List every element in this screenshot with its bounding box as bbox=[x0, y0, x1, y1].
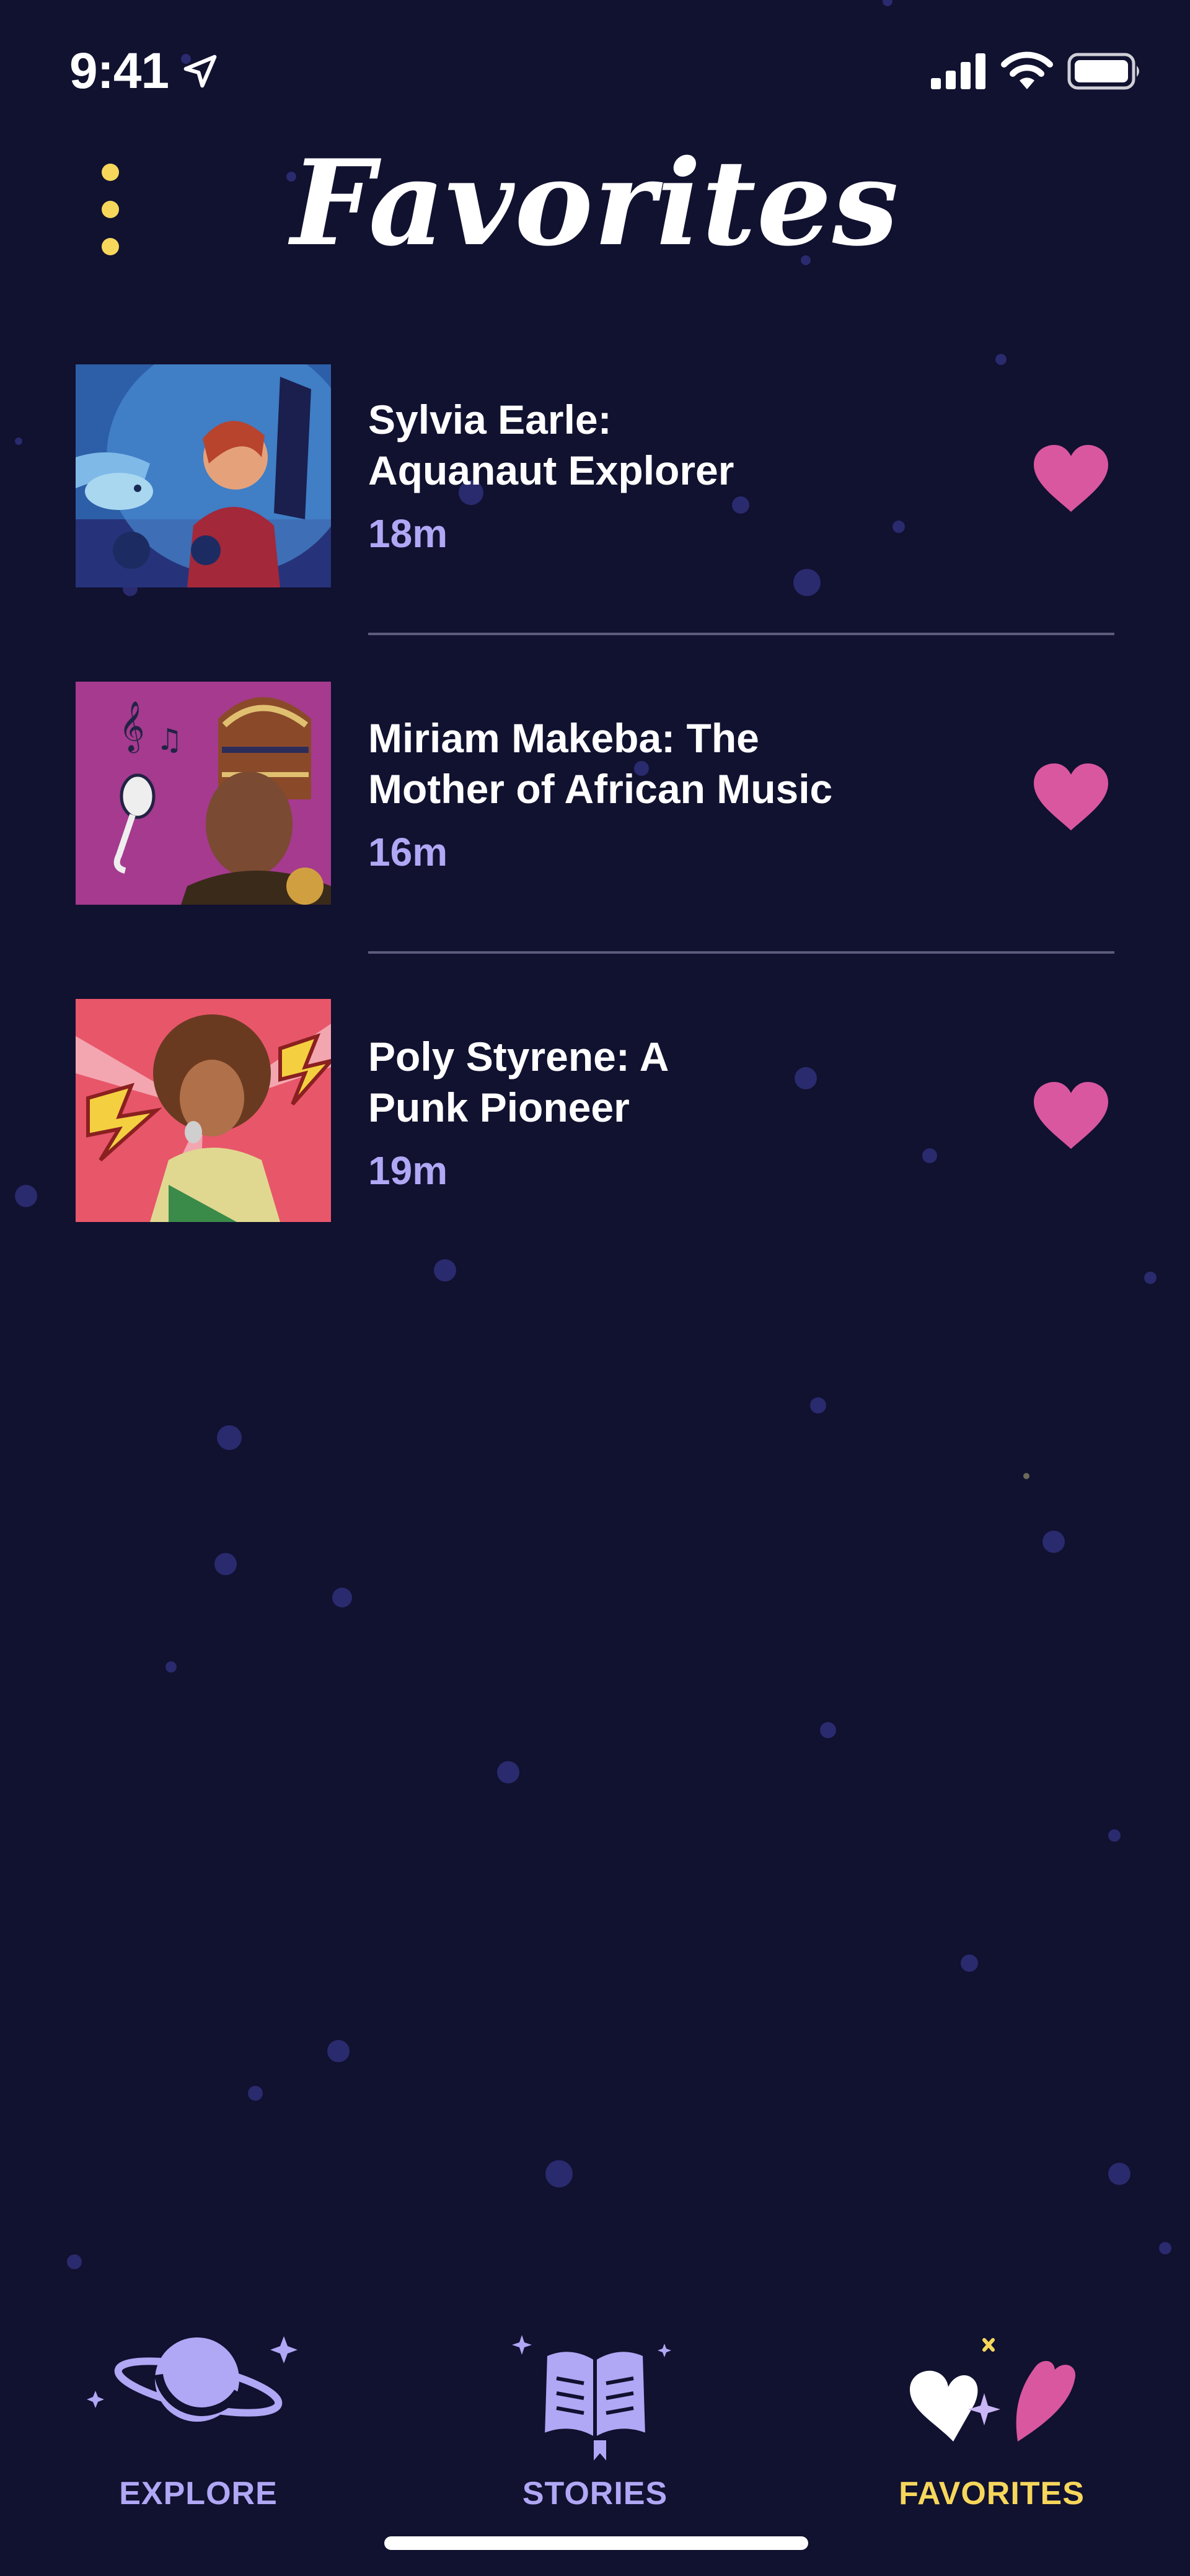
story-title: Sylvia Earle: Aquanaut Explorer bbox=[368, 397, 734, 493]
story-thumbnail: 𝄞 ♫ bbox=[76, 682, 331, 905]
tab-label: FAVORITES bbox=[899, 2476, 1085, 2512]
status-time: 9:41 bbox=[69, 43, 169, 99]
divider bbox=[368, 951, 1114, 954]
story-thumbnail bbox=[76, 999, 331, 1222]
poly-styrene-illustration bbox=[76, 999, 331, 1222]
divider bbox=[368, 633, 1114, 635]
miriam-makeba-illustration: 𝄞 ♫ bbox=[76, 682, 331, 905]
heart-icon[interactable] bbox=[1031, 1081, 1111, 1150]
heart-icon[interactable] bbox=[1031, 444, 1111, 513]
list-item[interactable]: Sylvia Earle: Aquanaut Explorer 18m bbox=[0, 359, 1190, 607]
open-book-icon bbox=[512, 2335, 671, 2468]
cellular-signal-icon bbox=[931, 53, 985, 89]
tab-stories[interactable]: STORIES bbox=[434, 2318, 756, 2522]
planet-icon bbox=[87, 2336, 298, 2422]
hearts-icon bbox=[910, 2338, 1076, 2442]
story-thumbnail bbox=[76, 364, 331, 587]
home-indicator[interactable] bbox=[384, 2536, 808, 2550]
tab-label: EXPLORE bbox=[119, 2476, 278, 2512]
list-item[interactable]: 𝄞 ♫ Miriam Makeba: The Mother of African… bbox=[0, 678, 1190, 926]
tab-favorites[interactable]: FAVORITES bbox=[831, 2318, 1153, 2522]
story-duration: 19m bbox=[368, 1148, 448, 1193]
location-arrow-icon bbox=[183, 55, 217, 88]
tab-label: STORIES bbox=[522, 2476, 668, 2512]
battery-icon bbox=[1067, 53, 1139, 90]
wifi-icon bbox=[1001, 51, 1053, 89]
svg-text:𝄞: 𝄞 bbox=[119, 700, 144, 753]
page-title: Favorites bbox=[291, 134, 899, 272]
tab-explore[interactable]: EXPLORE bbox=[37, 2318, 359, 2522]
status-bar: 9:41 bbox=[0, 0, 1190, 143]
list-item[interactable]: Poly Styrene: A Punk Pioneer 19m bbox=[0, 996, 1190, 1244]
story-title: Miriam Makeba: The Mother of African Mus… bbox=[368, 715, 833, 812]
heart-icon[interactable] bbox=[1031, 762, 1111, 832]
sylvia-earle-illustration bbox=[76, 364, 331, 587]
story-duration: 18m bbox=[368, 511, 448, 556]
svg-text:♫: ♫ bbox=[156, 723, 183, 757]
story-title: Poly Styrene: A Punk Pioneer bbox=[368, 1034, 669, 1130]
story-duration: 16m bbox=[368, 830, 448, 874]
